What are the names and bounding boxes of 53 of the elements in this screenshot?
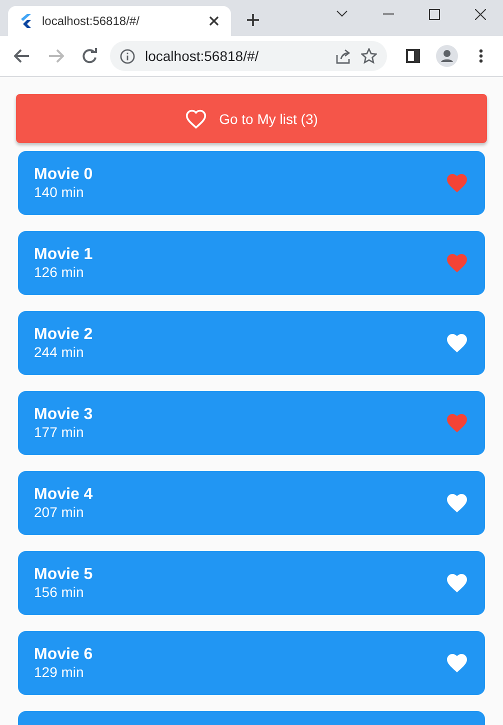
heart-icon [445,571,469,595]
movie-duration: 126 min [34,264,85,281]
close-icon[interactable] [474,8,486,20]
share-icon[interactable] [335,48,351,64]
tab-title: localhost:56818/#/ [42,14,140,28]
movie-title: Movie 1 [34,245,94,264]
movie-title: Movie 2 [34,325,94,344]
close-icon[interactable] [209,16,219,26]
favorite-button[interactable] [445,331,469,355]
heart-icon [445,411,469,435]
favorite-button[interactable] [445,571,469,595]
heart-icon [445,251,469,275]
url-text: localhost:56818/#/ [145,48,260,64]
heart-outline-icon [185,108,208,130]
new-tab-icon[interactable] [246,13,260,27]
movie-title: Movie 3 [34,405,94,424]
heart-icon [445,491,469,515]
side-panel-icon[interactable] [406,49,420,63]
back-arrow-icon[interactable] [14,49,30,63]
movie-duration: 140 min [34,184,85,201]
address-bar[interactable]: localhost:56818/#/ [110,41,387,71]
movie-title: Movie 6 [34,645,94,664]
reload-icon[interactable] [82,48,98,64]
movie-card[interactable]: Movie 5 156 min [18,551,485,615]
more-menu-icon[interactable] [479,49,483,63]
movie-duration: 156 min [34,584,85,601]
my-list-button[interactable]: Go to My list (3) [16,94,487,143]
movie-duration: 207 min [34,504,85,521]
movie-card[interactable]: Movie 4 207 min [18,471,485,535]
movie-title: Movie 4 [34,485,94,504]
browser-tab[interactable]: localhost:56818/#/ [8,6,231,36]
minimize-icon[interactable] [382,13,394,15]
heart-icon [445,331,469,355]
movie-card[interactable]: Movie 0 140 min [18,151,485,215]
heart-icon [445,171,469,195]
favorite-button[interactable] [445,491,469,515]
star-icon[interactable] [361,48,377,64]
movie-card[interactable]: Movie 1 126 min [18,231,485,295]
movie-title: Movie 0 [34,165,94,184]
movie-title: Movie 5 [34,565,94,584]
movie-card[interactable]: Movie 6 129 min [18,631,485,695]
profile-avatar-icon[interactable] [436,45,458,67]
movie-duration: 244 min [34,344,85,361]
favorite-button[interactable] [445,651,469,675]
heart-icon [445,651,469,675]
info-icon [120,48,135,64]
maximize-icon[interactable] [428,8,440,20]
movie-duration: 129 min [34,664,85,681]
movie-card[interactable]: Movie 2 244 min [18,311,485,375]
flutter-logo-icon [20,14,32,28]
chevron-down-icon[interactable] [336,10,348,18]
movie-duration: 177 min [34,424,85,441]
movie-card[interactable]: Movie 3 177 min [18,391,485,455]
